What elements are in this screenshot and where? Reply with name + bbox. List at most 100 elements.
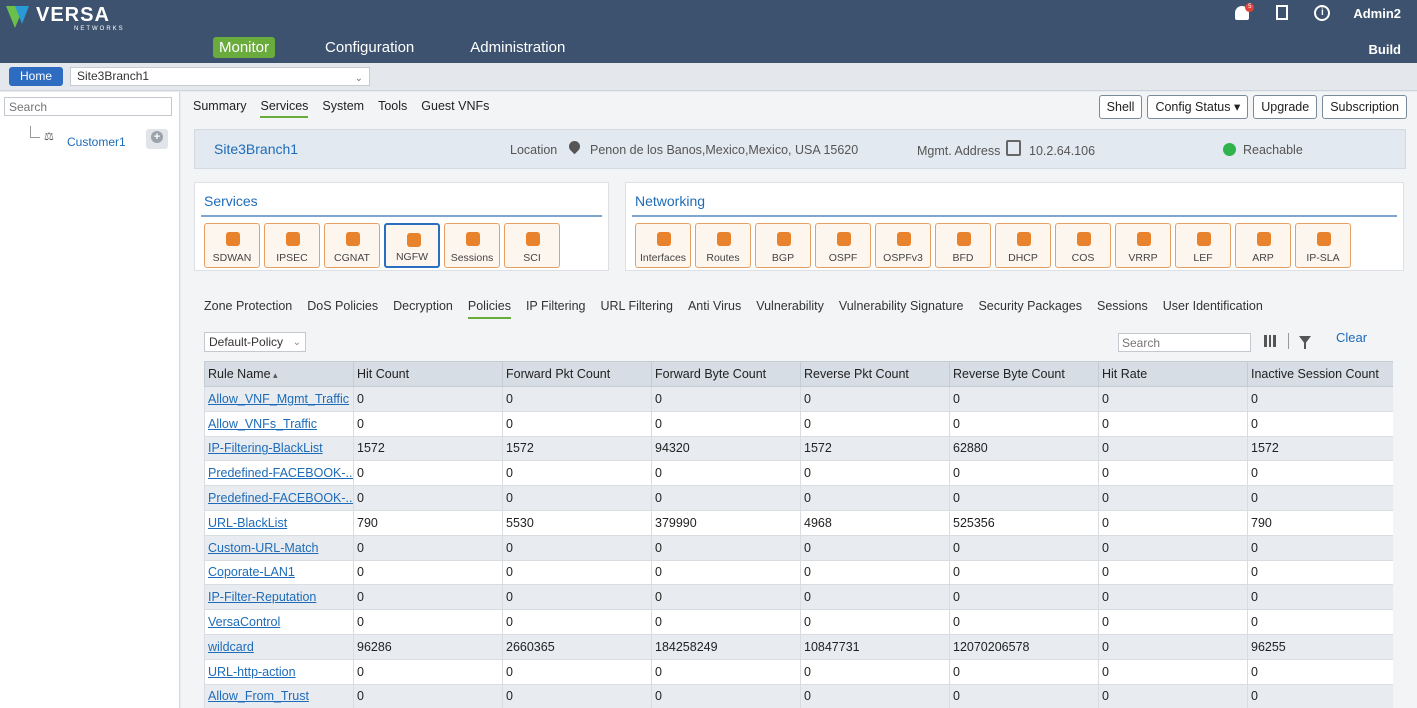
tile-interfaces[interactable]: Interfaces (635, 223, 691, 268)
tab-dos-policies[interactable]: DoS Policies (307, 299, 378, 319)
user-menu[interactable]: Admin2 (1353, 6, 1401, 21)
rule-name-link[interactable]: Predefined-FACEBOOK-... (204, 460, 354, 487)
tile-dhcp[interactable]: DHCP (995, 223, 1051, 268)
table-cell: 0 (1098, 683, 1248, 708)
tile-ospfv3[interactable]: OSPFv3 (875, 223, 931, 268)
column-header[interactable]: Reverse Pkt Count (800, 361, 950, 387)
rule-name-link[interactable]: Custom-URL-Match (204, 534, 354, 561)
tree-item-customer1[interactable]: Customer1 (67, 135, 126, 149)
tile-lef[interactable]: LEF (1175, 223, 1231, 268)
tile-bfd[interactable]: BFD (935, 223, 991, 268)
subscription-button[interactable]: Subscription (1322, 95, 1407, 119)
ngfw-tabs: Zone Protection DoS Policies Decryption Pol… (204, 299, 1278, 319)
table-cell: 0 (949, 386, 1099, 412)
column-header[interactable]: Forward Pkt Count (502, 361, 652, 387)
table-cell: 0 (502, 584, 652, 611)
rule-name-link[interactable]: IP-Filter-Reputation (204, 584, 354, 611)
subtab-system[interactable]: System (322, 99, 364, 118)
versa-logo[interactable]: VERSA NETWORKS (6, 4, 125, 32)
column-header[interactable]: Reverse Byte Count (949, 361, 1099, 387)
nav-monitor[interactable]: Monitor (213, 37, 276, 58)
subtab-summary[interactable]: Summary (193, 99, 246, 118)
config-status-button[interactable]: Config Status ▾ (1147, 95, 1249, 119)
networking-tiles: Interfaces Routes BGP OSPF OSPFv3 BFD DHCP COS V… (635, 223, 1351, 268)
tab-anti-virus[interactable]: Anti Virus (688, 299, 741, 319)
tab-url-filtering[interactable]: URL Filtering (600, 299, 672, 319)
tab-zone-protection[interactable]: Zone Protection (204, 299, 292, 319)
org-icon: ⚖ (44, 131, 54, 143)
column-header[interactable]: Hit Count (353, 361, 503, 387)
rule-name-link[interactable]: IP-Filtering-BlackList (204, 435, 354, 462)
location-label: Location (510, 143, 558, 157)
build-link[interactable]: Build (1369, 42, 1402, 57)
tile-ospf[interactable]: OSPF (815, 223, 871, 268)
upgrade-button[interactable]: Upgrade (1253, 95, 1318, 119)
tile-sdwan[interactable]: SDWAN (204, 223, 260, 268)
tile-bgp[interactable]: BGP (755, 223, 811, 268)
tab-sessions[interactable]: Sessions (1097, 299, 1148, 319)
tab-security-packages[interactable]: Security Packages (978, 299, 1082, 319)
shell-button[interactable]: Shell (1098, 95, 1143, 119)
tile-arp[interactable]: ARP (1235, 223, 1291, 268)
subtab-guest-vnfs[interactable]: Guest VNFs (421, 99, 489, 118)
policy-selector[interactable]: Default-Policy ⌄ (204, 332, 306, 352)
rule-name-link[interactable]: Coporate-LAN1 (204, 559, 354, 586)
home-button[interactable]: Home (9, 67, 63, 86)
tab-user-identification[interactable]: User Identification (1163, 299, 1263, 319)
column-header[interactable]: Forward Byte Count (651, 361, 801, 387)
tile-sci[interactable]: SCI (504, 223, 560, 268)
filter-icon[interactable] (1299, 336, 1311, 349)
nav-configuration[interactable]: Configuration (319, 37, 420, 58)
tile-ipsec[interactable]: IPSEC (264, 223, 320, 268)
tab-vulnerability-signature[interactable]: Vulnerability Signature (839, 299, 964, 319)
rule-name-link[interactable]: URL-http-action (204, 658, 354, 685)
tile-routes[interactable]: Routes (695, 223, 751, 268)
tile-cgnat[interactable]: CGNAT (324, 223, 380, 268)
rule-name-link[interactable]: URL-BlackList (204, 509, 354, 536)
columns-icon[interactable] (1264, 335, 1276, 347)
rule-name-link[interactable]: Allow_VNF_Mgmt_Traffic (204, 386, 354, 412)
rule-name-link[interactable]: Predefined-FACEBOOK-... (204, 485, 354, 511)
tile-cos[interactable]: COS (1055, 223, 1111, 268)
rule-name-link[interactable]: VersaControl (204, 609, 354, 635)
table-cell: 0 (353, 609, 503, 635)
info-icon[interactable]: i (1313, 4, 1331, 22)
tile-ngfw[interactable]: NGFW (384, 223, 440, 268)
tile-vrrp[interactable]: VRRP (1115, 223, 1171, 268)
tab-decryption[interactable]: Decryption (393, 299, 453, 319)
tile-label: COS (1071, 252, 1095, 264)
column-header[interactable]: Rule Name ▴ (204, 361, 354, 387)
rule-name-link[interactable]: wildcard (204, 633, 354, 660)
tasks-document-icon[interactable] (1273, 4, 1291, 22)
clear-link[interactable]: Clear (1336, 330, 1367, 345)
tile-label: CGNAT (334, 252, 370, 264)
main-nav: Monitor Configuration Administration (213, 37, 615, 58)
tab-ip-filtering[interactable]: IP Filtering (526, 299, 586, 319)
tab-policies[interactable]: Policies (467, 299, 511, 319)
column-header[interactable]: Inactive Session Count (1247, 361, 1393, 387)
add-icon[interactable] (146, 129, 168, 149)
notifications-bell-icon[interactable]: 5 (1233, 3, 1255, 22)
subtab-tools[interactable]: Tools (378, 99, 407, 118)
header-tools: 5 i Admin2 (1233, 3, 1401, 22)
tile-sessions[interactable]: Sessions (444, 223, 500, 268)
table-cell: 96286 (353, 633, 503, 660)
tile-ip-sla[interactable]: IP-SLA (1295, 223, 1351, 268)
table-cell: 0 (1098, 509, 1248, 536)
nav-administration[interactable]: Administration (464, 37, 571, 58)
sort-icon[interactable]: ▴ (271, 370, 278, 380)
table-cell: 0 (502, 485, 652, 511)
toolbar-divider (1288, 333, 1289, 349)
table-search-input[interactable] (1118, 333, 1251, 352)
rule-name-link[interactable]: Allow_VNFs_Traffic (204, 410, 354, 437)
table-cell: 0 (502, 460, 652, 487)
subtab-services[interactable]: Services (260, 99, 309, 118)
tab-vulnerability[interactable]: Vulnerability (756, 299, 824, 319)
tree-search-input[interactable] (4, 97, 172, 116)
site-selector[interactable]: Site3Branch1 ⌄ (70, 67, 370, 86)
interfaces-icon (657, 232, 671, 246)
rule-name-link[interactable]: Allow_From_Trust (204, 683, 354, 708)
table-cell: 0 (651, 410, 801, 437)
column-header[interactable]: Hit Rate (1098, 361, 1248, 387)
table-cell: 2660365 (502, 633, 652, 660)
